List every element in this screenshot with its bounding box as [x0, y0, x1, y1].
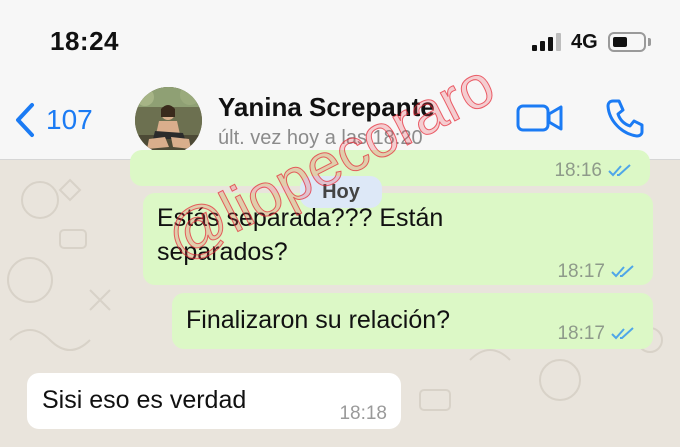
signal-strength-icon — [532, 33, 562, 51]
status-bar: 18:24 4G — [0, 0, 680, 82]
read-receipt-icon — [611, 327, 634, 340]
message-meta: 18:18 — [339, 397, 387, 431]
message-bubble[interactable]: 18:16 — [130, 150, 650, 186]
back-button[interactable]: 107 — [14, 100, 93, 140]
battery-icon — [608, 32, 646, 52]
message-time: 18:16 — [554, 160, 602, 181]
message-text: Finalizaron su relación? — [186, 306, 451, 334]
message-bubble[interactable]: Finalizaron su relación? 18:17 — [172, 293, 653, 349]
read-receipt-icon — [608, 164, 631, 177]
contact-name[interactable]: Yanina Screpante — [218, 92, 435, 123]
message-meta: 18:17 — [557, 317, 635, 351]
avatar[interactable] — [135, 87, 202, 154]
chevron-left-icon — [16, 103, 34, 137]
battery-tip — [648, 38, 651, 46]
status-time: 18:24 — [50, 26, 119, 56]
message-time: 18:18 — [339, 403, 387, 424]
message-bubble[interactable]: Sisi eso es verdad 18:18 — [27, 373, 401, 429]
message-meta: 18:17 — [557, 255, 635, 289]
phone-icon[interactable] — [604, 97, 646, 139]
message-time: 18:17 — [557, 323, 605, 344]
chat-header: 107 Yanina Screpante últ. vez hoy a las … — [0, 82, 680, 160]
read-receipt-icon — [611, 265, 634, 278]
message-text: Estás separada??? Están separados? — [157, 204, 444, 266]
unread-count: 107 — [46, 104, 93, 135]
date-separator: Hoy — [300, 176, 382, 208]
message-bubble[interactable]: Estás separada??? Están separados? 18:17 — [143, 193, 653, 285]
network-type: 4G — [571, 31, 598, 53]
message-time: 18:17 — [557, 261, 605, 282]
message-meta: 18:16 — [554, 154, 632, 188]
video-call-icon[interactable] — [516, 102, 564, 134]
message-text: Sisi eso es verdad — [42, 386, 247, 414]
last-seen-status: últ. vez hoy a las 18:20 — [218, 127, 423, 149]
